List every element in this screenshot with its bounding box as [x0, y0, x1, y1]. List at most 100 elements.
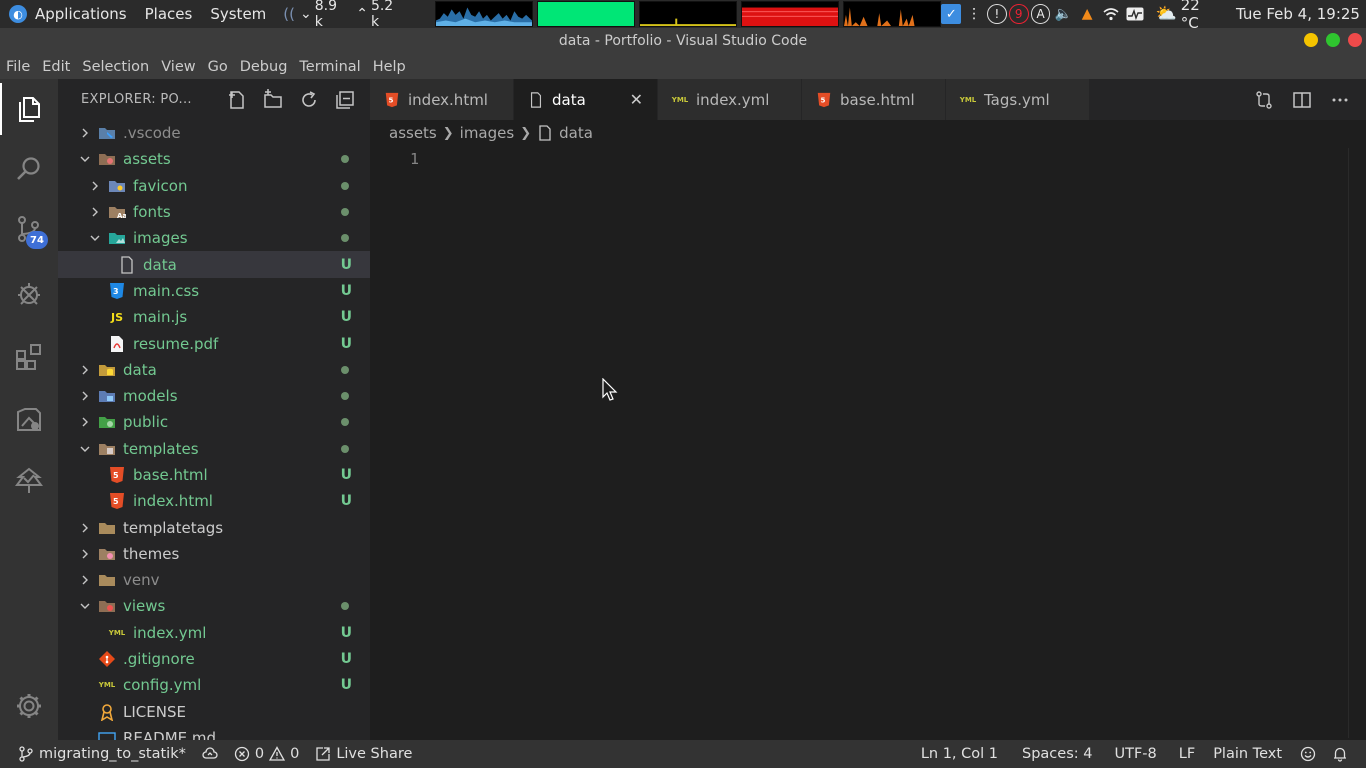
tree-file-item[interactable]: resume.pdf U	[58, 330, 370, 356]
chevron-down-icon[interactable]	[78, 599, 92, 613]
tree-file-item[interactable]: YML index.yml U	[58, 620, 370, 646]
chevron-right-icon[interactable]	[78, 521, 92, 535]
vlc-cone-icon[interactable]: ▲	[1076, 3, 1098, 25]
chevron-down-icon[interactable]	[78, 152, 92, 166]
network-speed-indicator[interactable]: (( ⌄ 8.9 k ⌃ 5.2 k	[283, 0, 405, 30]
new-file-icon[interactable]	[226, 89, 248, 111]
collapse-all-icon[interactable]	[334, 89, 356, 111]
notifications-button[interactable]	[1324, 746, 1366, 762]
chevron-right-icon[interactable]	[78, 363, 92, 377]
tree-file-item[interactable]: LICENSE	[58, 699, 370, 725]
settings-activity[interactable]	[0, 676, 58, 736]
notification-count-icon[interactable]: 9	[1008, 4, 1029, 24]
language-mode-status[interactable]: Plain Text	[1205, 746, 1292, 762]
tree-file-item[interactable]: data U	[58, 251, 370, 278]
tree-folder-item[interactable]: public	[58, 409, 370, 435]
chevron-right-icon[interactable]	[78, 415, 92, 429]
debug-activity[interactable]	[0, 264, 58, 324]
encoding-status[interactable]: UTF-8	[1106, 746, 1170, 762]
chevron-right-icon[interactable]	[78, 126, 92, 140]
chevron-right-icon[interactable]	[78, 573, 92, 587]
extensions-activity[interactable]	[0, 327, 58, 387]
editor-tab[interactable]: 5 index.html	[370, 79, 514, 120]
tree-file-item[interactable]: 5 index.html U	[58, 488, 370, 514]
tree-folder-item[interactable]: assets	[58, 146, 370, 172]
tree-file-item[interactable]: .gitignore U	[58, 646, 370, 672]
tree-folder-item[interactable]: templatetags	[58, 514, 370, 540]
os-menu-system[interactable]: System	[201, 5, 275, 23]
menu-selection[interactable]: Selection	[76, 59, 155, 75]
keyboard-layout-icon[interactable]: A	[1030, 4, 1051, 24]
tree-folder-item[interactable]: data	[58, 357, 370, 383]
info-circle-icon[interactable]: !	[986, 4, 1007, 24]
eol-status[interactable]: LF	[1171, 746, 1205, 762]
menu-help[interactable]: Help	[367, 59, 412, 75]
tree-folder-item[interactable]: favicon	[58, 173, 370, 199]
os-menu-places[interactable]: Places	[136, 5, 202, 23]
editor-tab[interactable]: YML Tags.yml	[946, 79, 1090, 120]
testing-activity[interactable]	[0, 451, 58, 511]
editor-tab[interactable]: data ✕	[514, 79, 658, 120]
menu-edit[interactable]: Edit	[36, 59, 76, 75]
minimize-button[interactable]	[1304, 33, 1318, 47]
close-tab-icon[interactable]: ✕	[630, 90, 643, 109]
wifi-icon[interactable]	[1100, 3, 1122, 25]
chevron-right-icon[interactable]	[88, 205, 102, 219]
tree-file-item[interactable]: 3 main.css U	[58, 278, 370, 304]
breadcrumb-assets[interactable]: assets	[389, 124, 437, 142]
tree-folder-item[interactable]: .vscode	[58, 120, 370, 146]
new-folder-icon[interactable]	[262, 88, 284, 111]
chevron-right-icon[interactable]	[78, 389, 92, 403]
clock[interactable]: Tue Feb 4, 19:25	[1236, 5, 1360, 23]
applications-logo-icon[interactable]: ◐	[9, 5, 27, 23]
more-actions-icon[interactable]	[1330, 90, 1350, 110]
tree-folder-item[interactable]: Aa fonts	[58, 199, 370, 225]
volume-icon[interactable]: 🔈	[1052, 3, 1074, 25]
indentation-status[interactable]: Spaces: 4	[1014, 746, 1106, 762]
cursor-position[interactable]: Ln 1, Col 1	[913, 746, 1014, 762]
breadcrumb-data[interactable]: data	[559, 124, 593, 142]
source-control-activity[interactable]: 74	[0, 199, 58, 259]
tree-file-item[interactable]: JS main.js U	[58, 304, 370, 330]
tree-file-item[interactable]: 5 base.html U	[58, 462, 370, 488]
editor-scrollbar[interactable]	[1348, 148, 1366, 738]
feedback-button[interactable]	[1292, 746, 1324, 762]
tree-folder-item[interactable]: themes	[58, 541, 370, 567]
explorer-activity[interactable]	[0, 79, 58, 139]
chevron-right-icon[interactable]	[78, 547, 92, 561]
live-share-status[interactable]: Live Share	[307, 746, 420, 762]
branch-status[interactable]: migrating_to_statik*	[0, 746, 194, 762]
editor-area[interactable]: 1	[370, 146, 1366, 740]
chevron-right-icon[interactable]	[88, 179, 102, 193]
maximize-button[interactable]	[1326, 33, 1340, 47]
chevron-down-icon[interactable]	[78, 442, 92, 456]
split-editor-icon[interactable]	[1292, 90, 1312, 110]
editor-tab[interactable]: 5 base.html	[802, 79, 946, 120]
tree-folder-item[interactable]: images	[58, 225, 370, 251]
tree-file-item[interactable]: YML config.yml U	[58, 672, 370, 698]
activity-monitor-icon[interactable]	[1124, 3, 1146, 25]
sync-status[interactable]	[194, 746, 226, 762]
remote-explorer-activity[interactable]	[0, 389, 58, 449]
chevron-down-icon[interactable]	[88, 231, 102, 245]
open-changes-icon[interactable]	[1254, 90, 1274, 110]
menu-debug[interactable]: Debug	[234, 59, 294, 75]
menu-terminal[interactable]: Terminal	[293, 59, 366, 75]
breadcrumb-images[interactable]: images	[460, 124, 515, 142]
tree-folder-item[interactable]: models	[58, 383, 370, 409]
tree-folder-item[interactable]: views	[58, 593, 370, 619]
system-monitor-graphs[interactable]	[435, 1, 942, 27]
close-window-button[interactable]	[1348, 33, 1362, 47]
search-activity[interactable]	[0, 139, 58, 199]
os-menu-applications[interactable]: Applications	[33, 5, 136, 23]
menu-file[interactable]: File	[0, 59, 36, 75]
tree-file-item[interactable]: README.md	[58, 725, 370, 740]
tree-folder-item[interactable]: venv	[58, 567, 370, 593]
tree-folder-item[interactable]: templates	[58, 436, 370, 462]
tasks-check-icon[interactable]: ✓	[941, 4, 962, 24]
problems-status[interactable]: 0 0	[226, 746, 307, 762]
menu-view[interactable]: View	[155, 59, 201, 75]
refresh-icon[interactable]	[298, 89, 320, 111]
menu-go[interactable]: Go	[202, 59, 234, 75]
editor-tab[interactable]: YML index.yml	[658, 79, 802, 120]
